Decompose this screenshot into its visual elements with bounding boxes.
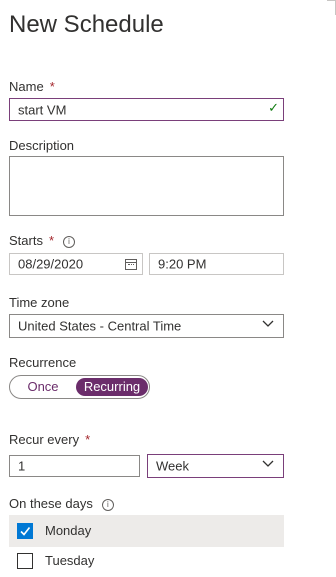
tuesday-checkbox[interactable] — [17, 553, 33, 569]
timezone-value: United States - Central Time — [18, 318, 182, 334]
timezone-label: Time zone — [9, 295, 70, 310]
monday-checkbox[interactable] — [17, 523, 33, 539]
required-marker: * — [49, 79, 55, 94]
recur-unit-dropdown[interactable]: Week — [147, 454, 284, 478]
starts-label: Starts * i — [9, 233, 76, 248]
required-marker: * — [48, 233, 55, 248]
tuesday-label: Tuesday — [45, 553, 95, 568]
recur-interval-input[interactable]: 1 — [9, 455, 140, 477]
days-label: On these days i — [9, 496, 114, 511]
info-icon[interactable]: i — [101, 499, 114, 511]
description-label: Description — [9, 138, 75, 153]
recur-every-label: Recur every * — [9, 432, 91, 447]
panel-edge — [327, 0, 336, 15]
chevron-down-icon — [262, 320, 274, 327]
day-row-monday[interactable]: Monday — [9, 515, 284, 547]
name-input[interactable]: start VM ✓ — [9, 98, 284, 121]
recurrence-once-option[interactable]: Once — [10, 376, 76, 398]
start-time-field[interactable]: 9:20 PM — [149, 253, 284, 275]
recurrence-label: Recurrence — [9, 355, 77, 370]
recurrence-toggle[interactable]: Once Recurring — [9, 375, 150, 399]
start-time-value: 9:20 PM — [158, 256, 207, 272]
timezone-dropdown[interactable]: United States - Central Time — [9, 314, 284, 338]
info-icon[interactable]: i — [63, 236, 76, 248]
description-textarea[interactable] — [9, 156, 284, 216]
start-date-value: 08/29/2020 — [18, 256, 84, 272]
calendar-icon[interactable] — [125, 259, 137, 270]
recur-interval-value: 1 — [18, 458, 26, 474]
start-date-picker[interactable]: 08/29/2020 — [9, 253, 143, 275]
chevron-down-icon — [262, 460, 274, 467]
name-label: Name * — [9, 79, 55, 94]
recurrence-recurring-option[interactable]: Recurring — [76, 378, 148, 396]
checkmark-icon: ✓ — [268, 101, 279, 116]
monday-label: Monday — [45, 523, 92, 538]
recur-unit-value: Week — [156, 458, 189, 474]
checkmark-icon — [20, 527, 31, 536]
required-marker: * — [85, 432, 91, 447]
day-row-tuesday[interactable]: Tuesday — [9, 545, 284, 577]
name-value: start VM — [18, 102, 67, 117]
page-title: New Schedule — [9, 11, 164, 38]
